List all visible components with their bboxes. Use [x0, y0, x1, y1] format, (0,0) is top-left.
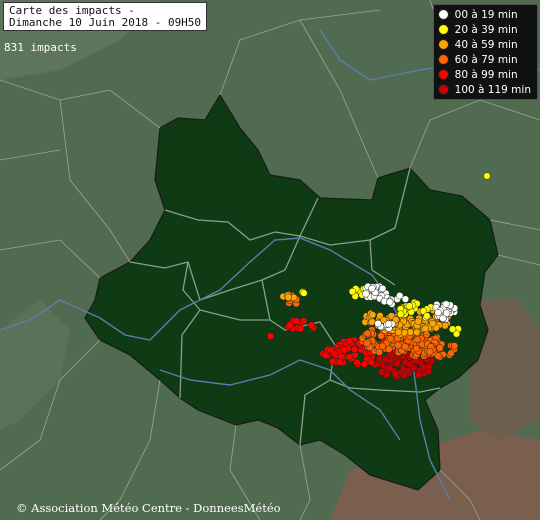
- impact-dot: [393, 360, 401, 368]
- impact-dot: [394, 328, 403, 337]
- legend: 00 à 19 min 20 à 39 min 40 à 59 min 60 à…: [432, 4, 538, 100]
- impact-dot: [434, 352, 442, 360]
- impact-dot: [385, 320, 393, 328]
- legend-item: 60 à 79 min: [437, 52, 531, 67]
- impact-dot: [441, 322, 449, 330]
- impact-dot: [385, 345, 393, 353]
- credit-text: © Association Météo Centre - DonneesMété…: [16, 501, 281, 515]
- impact-dot: [368, 311, 377, 319]
- impact-dot: [448, 325, 457, 333]
- impact-dot: [386, 298, 394, 306]
- impact-dot: [426, 348, 434, 356]
- impact-dot: [377, 368, 386, 376]
- impact-dot: [385, 365, 393, 373]
- impact-dot: [360, 360, 369, 368]
- impact-dot: [401, 343, 409, 351]
- impact-dot: [421, 324, 429, 333]
- impact-dot: [378, 284, 387, 293]
- impact-dot: [436, 344, 444, 352]
- impact-dot: [345, 337, 354, 345]
- impact-dot: [406, 361, 414, 369]
- impact-dot: [348, 287, 357, 296]
- title-line-2: Dimanche 10 Juin 2018 - 09H50: [9, 16, 202, 29]
- legend-item: 100 à 119 min: [437, 82, 531, 97]
- impact-dot: [375, 348, 384, 356]
- impact-dot: [447, 349, 455, 357]
- legend-swatch: [437, 39, 449, 50]
- impact-dot: [405, 302, 414, 310]
- impact-dot: [412, 344, 421, 353]
- impact-dot: [363, 339, 371, 347]
- legend-label: 00 à 19 min: [454, 8, 518, 21]
- impact-dot: [414, 317, 422, 326]
- impact-dot: [414, 371, 423, 379]
- impact-dot: [353, 358, 361, 367]
- impact-dot: [386, 335, 395, 343]
- legend-item: 00 à 19 min: [437, 7, 531, 22]
- impact-dot: [375, 355, 383, 363]
- impact-dot: [300, 289, 308, 297]
- impact-dot: [399, 365, 408, 374]
- impact-dot: [296, 324, 305, 333]
- impact-dot: [299, 317, 308, 325]
- legend-label: 20 à 39 min: [454, 23, 518, 36]
- impact-dot: [450, 342, 459, 350]
- legend-swatch: [437, 9, 449, 20]
- impact-dot: [401, 295, 410, 303]
- impact-dot: [429, 319, 437, 328]
- impact-dot: [328, 357, 337, 366]
- impact-dot: [483, 172, 491, 180]
- impact-dot: [368, 284, 376, 293]
- impact-dot: [362, 290, 370, 298]
- impact-dot: [345, 353, 354, 361]
- impact-dot: [374, 319, 382, 328]
- impact-count: 831 impacts: [4, 41, 77, 54]
- legend-label: 80 à 99 min: [454, 68, 518, 81]
- impact-dot: [423, 312, 431, 320]
- impact-dot: [350, 345, 359, 353]
- impact-dot: [327, 346, 335, 354]
- impact-dot: [266, 332, 275, 340]
- map-title: Carte des impacts - Dimanche 10 Juin 201…: [3, 2, 208, 31]
- impact-dot: [292, 317, 301, 325]
- impact-dot: [340, 346, 348, 354]
- impact-dot: [321, 351, 330, 359]
- impact-dot: [394, 341, 402, 349]
- impact-dot: [382, 355, 390, 364]
- legend-label: 40 à 59 min: [454, 38, 518, 51]
- legend-swatch: [437, 54, 449, 65]
- impact-dot: [363, 329, 371, 338]
- legend-swatch: [437, 69, 449, 80]
- impact-dot: [286, 321, 294, 329]
- impact-dot: [425, 362, 433, 371]
- lightning-map: Carte des impacts - Dimanche 10 Juin 201…: [0, 0, 540, 520]
- legend-label: 60 à 79 min: [454, 53, 518, 66]
- impact-dot: [442, 309, 451, 317]
- impact-dot: [391, 371, 400, 379]
- legend-item: 40 à 59 min: [437, 37, 531, 52]
- impact-dot: [367, 358, 375, 366]
- legend-item: 20 à 39 min: [437, 22, 531, 37]
- legend-item: 80 à 99 min: [437, 67, 531, 82]
- impact-dot: [284, 293, 292, 301]
- impact-dot: [397, 310, 405, 318]
- impact-dot: [307, 321, 315, 329]
- impact-dot: [336, 358, 344, 366]
- legend-label: 100 à 119 min: [454, 83, 531, 96]
- legend-swatch: [437, 24, 449, 35]
- impact-dot: [413, 328, 421, 336]
- impact-dot: [442, 300, 450, 308]
- impact-dot: [434, 308, 442, 317]
- legend-swatch: [437, 84, 449, 95]
